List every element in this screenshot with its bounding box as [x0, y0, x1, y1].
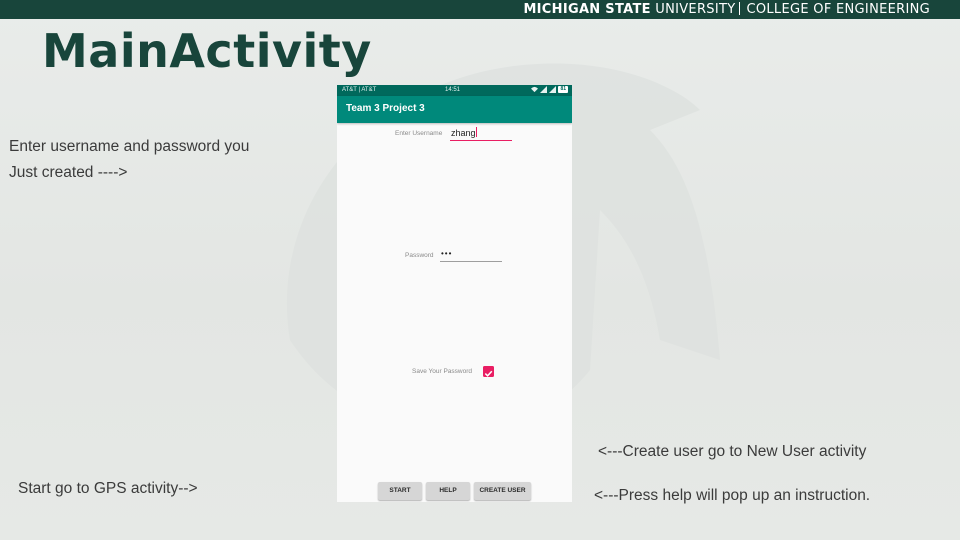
username-label: Enter Username	[395, 130, 443, 137]
username-input[interactable]: zhang	[450, 127, 512, 141]
university-banner: MICHIGAN STATE UNIVERSITY COLLEGE OF ENGI…	[523, 2, 930, 17]
banner-divider	[739, 2, 741, 15]
username-value: zhang	[451, 128, 476, 138]
create-user-button[interactable]: CREATE USER	[474, 482, 531, 500]
signal-icon-2	[549, 86, 557, 93]
status-bar: AT&T | AT&T 14:51 81	[337, 85, 572, 96]
college-name: COLLEGE OF ENGINEERING	[746, 2, 930, 17]
slide-title: MainActivity	[42, 24, 372, 78]
text-caret	[475, 127, 477, 137]
wifi-icon	[531, 86, 539, 93]
phone-screenshot: AT&T | AT&T 14:51 81 Team 3 Project 3 En…	[337, 85, 572, 502]
help-button[interactable]: HELP	[426, 482, 470, 500]
save-password-label: Save Your Password	[412, 368, 472, 375]
instruction-line-1: Enter username and password you	[9, 138, 250, 155]
instruction-line-2: Just created ---->	[9, 164, 128, 181]
instruction-note-login: Enter username and password you Just cre…	[9, 134, 249, 186]
start-button[interactable]: START	[378, 482, 422, 500]
instruction-note-create-user: <---Create user go to New User activity	[598, 443, 867, 460]
header-bar: MICHIGAN STATE UNIVERSITY COLLEGE OF ENGI…	[0, 0, 960, 19]
instruction-note-start: Start go to GPS activity-->	[18, 480, 198, 497]
status-icons: 81	[531, 86, 568, 93]
instruction-note-help: <---Press help will pop up an instructio…	[594, 487, 871, 504]
signal-icon	[540, 86, 548, 93]
app-title: Team 3 Project 3	[346, 103, 425, 114]
university-name: MICHIGAN STATE	[523, 2, 651, 17]
clock: 14:51	[445, 87, 461, 93]
checkmark-icon	[484, 370, 493, 377]
save-password-checkbox[interactable]	[483, 366, 494, 377]
password-input[interactable]: •••	[440, 249, 502, 262]
battery-icon: 81	[558, 86, 568, 93]
carrier-label: AT&T | AT&T	[342, 87, 377, 93]
app-bar: Team 3 Project 3	[337, 96, 572, 123]
university-suffix: UNIVERSITY	[655, 2, 736, 17]
password-label: Password	[405, 252, 434, 259]
